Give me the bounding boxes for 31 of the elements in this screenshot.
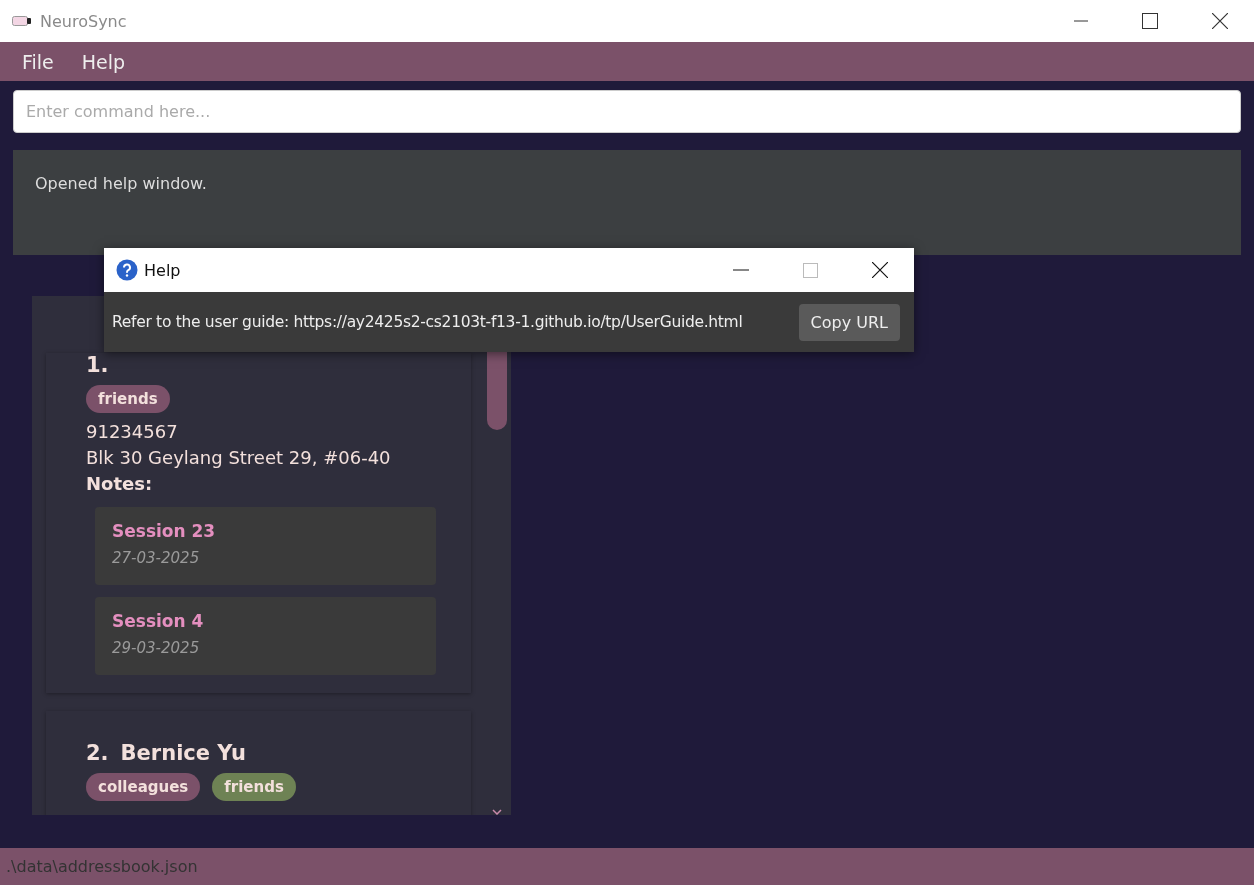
note-title: Session 4 bbox=[112, 611, 205, 631]
tag: friends bbox=[86, 385, 170, 413]
menu-item[interactable]: File bbox=[22, 50, 54, 73]
person-card[interactable]: 1. friends 91234567 Blk 30 Geylang Street 29, #06-40 Notes: Session 23 27-03-2025 Session 4 29-03-2025 bbox=[46, 353, 471, 693]
file-path: .\data\addressbook.json bbox=[6, 857, 198, 876]
window-title: NeuroSync bbox=[40, 11, 127, 31]
maximize-icon[interactable] bbox=[1142, 13, 1158, 29]
tag: friends bbox=[212, 773, 296, 801]
phone-number: 91234567 bbox=[86, 420, 179, 444]
dialog-title: Help bbox=[144, 260, 181, 280]
help-message: Refer to the user guide: https://ay2425s2-cs2103t-f13-1.github.io/tp/UserGuide.html bbox=[112, 313, 743, 331]
command-field[interactable]: Enter command here... bbox=[13, 90, 1241, 133]
close-icon[interactable] bbox=[872, 262, 888, 278]
result-message: Opened help window. bbox=[35, 174, 207, 193]
person-card[interactable]: 2. Bernice Yu colleagues friends bbox=[46, 711, 471, 815]
scroll-down-icon[interactable] bbox=[492, 809, 502, 815]
address: Blk 30 Geylang Street 29, #06-40 bbox=[86, 446, 392, 470]
person-index: 2. bbox=[86, 741, 109, 765]
menu-item[interactable]: Help bbox=[81, 50, 126, 73]
close-icon[interactable] bbox=[1212, 13, 1228, 29]
note-title: Session 23 bbox=[112, 521, 217, 541]
person-index: 1. bbox=[86, 353, 109, 377]
maximize-icon bbox=[803, 262, 818, 278]
help-icon bbox=[116, 259, 138, 281]
app-icon bbox=[12, 16, 32, 26]
tag: colleagues bbox=[86, 773, 201, 801]
notes-label: Notes: bbox=[86, 472, 154, 496]
note-date: 27-03-2025 bbox=[112, 549, 201, 567]
person-name: Bernice Yu bbox=[120, 741, 246, 765]
copy-url-button[interactable]: Copy URL bbox=[798, 303, 900, 341]
note-date: 29-03-2025 bbox=[112, 639, 201, 657]
